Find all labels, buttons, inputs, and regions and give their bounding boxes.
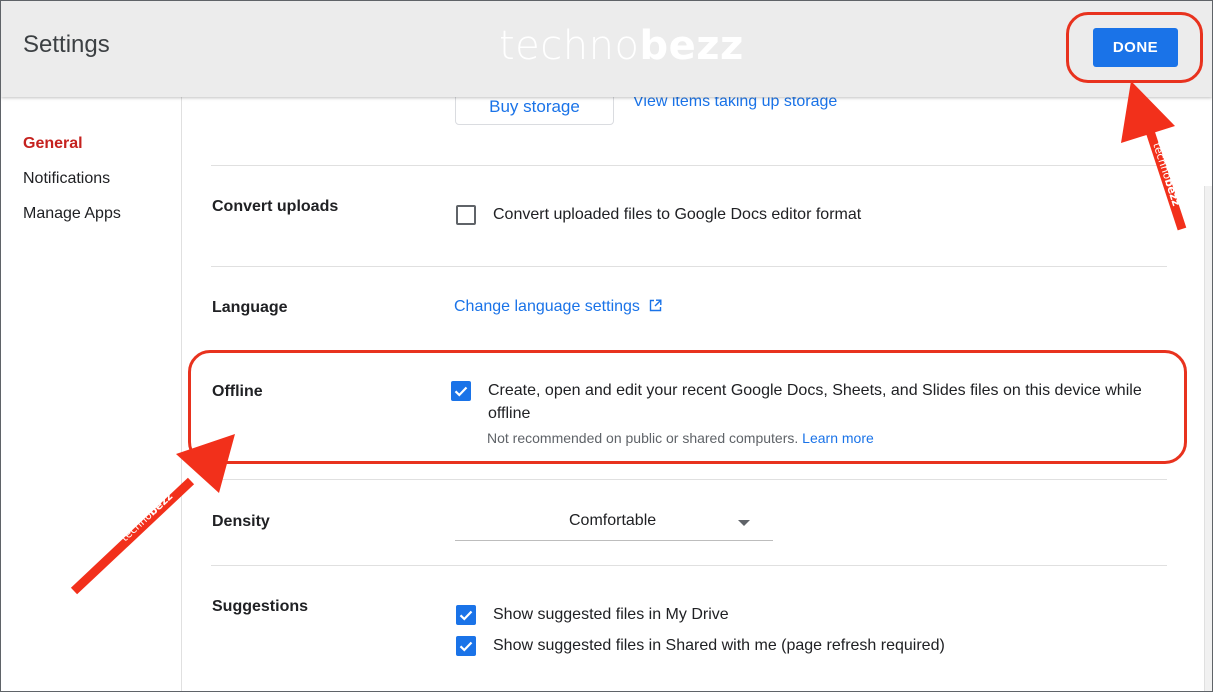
done-button[interactable]: DONE bbox=[1093, 28, 1178, 67]
change-language-link-text: Change language settings bbox=[454, 298, 640, 315]
dropdown-arrow-icon bbox=[738, 520, 750, 526]
watermark-bold: bezz bbox=[639, 23, 744, 69]
arrow-watermark-right: technobezz bbox=[1150, 141, 1183, 208]
checkmark-icon bbox=[454, 386, 468, 397]
offline-note-text: Not recommended on public or shared comp… bbox=[487, 430, 799, 446]
suggestions-my-drive-checkbox[interactable] bbox=[456, 605, 476, 625]
sidebar-item-general[interactable]: General bbox=[23, 135, 83, 153]
offline-note: Not recommended on public or shared comp… bbox=[487, 430, 874, 446]
suggestions-my-drive-label: Show suggested files in My Drive bbox=[493, 606, 729, 623]
divider bbox=[211, 479, 1167, 480]
checkmark-icon bbox=[459, 641, 473, 652]
density-label: Density bbox=[212, 513, 270, 530]
suggestions-shared-label: Show suggested files in Shared with me (… bbox=[493, 637, 945, 654]
density-select[interactable]: Comfortable bbox=[455, 506, 773, 541]
arrow-to-done-icon bbox=[1121, 81, 1187, 231]
offline-label: Offline bbox=[212, 383, 263, 400]
divider bbox=[211, 266, 1167, 267]
watermark-light: techno bbox=[499, 23, 640, 69]
settings-header: Settings technobezz DONE bbox=[1, 1, 1212, 97]
convert-uploads-checkbox[interactable] bbox=[456, 205, 476, 225]
settings-sidebar: General Notifications Manage Apps bbox=[1, 97, 182, 691]
change-language-link[interactable]: Change language settings bbox=[454, 298, 662, 317]
open-in-new-icon bbox=[649, 299, 662, 317]
convert-uploads-checkbox-label: Convert uploaded files to Google Docs ed… bbox=[493, 206, 862, 223]
divider bbox=[211, 565, 1167, 566]
learn-more-link[interactable]: Learn more bbox=[802, 430, 874, 446]
suggestions-label: Suggestions bbox=[212, 598, 309, 615]
technobezz-watermark: technobezz bbox=[499, 23, 744, 69]
convert-uploads-label: Convert uploads bbox=[212, 198, 339, 215]
offline-checkbox-label-line1: Create, open and edit your recent Google… bbox=[488, 382, 1142, 399]
page-title: Settings bbox=[23, 31, 110, 58]
sidebar-item-manage-apps[interactable]: Manage Apps bbox=[23, 205, 121, 223]
offline-checkbox-label-line2: offline bbox=[488, 405, 531, 422]
offline-highlight-outline bbox=[188, 350, 1187, 464]
suggestions-shared-checkbox[interactable] bbox=[456, 636, 476, 656]
sidebar-item-notifications[interactable]: Notifications bbox=[23, 170, 110, 188]
language-label: Language bbox=[212, 299, 288, 316]
checkmark-icon bbox=[459, 610, 473, 621]
settings-window: Settings technobezz DONE General Notific… bbox=[0, 0, 1213, 692]
offline-checkbox[interactable] bbox=[451, 381, 471, 401]
vertical-scrollbar[interactable] bbox=[1204, 186, 1212, 691]
divider bbox=[211, 165, 1167, 166]
density-select-value: Comfortable bbox=[569, 512, 657, 529]
